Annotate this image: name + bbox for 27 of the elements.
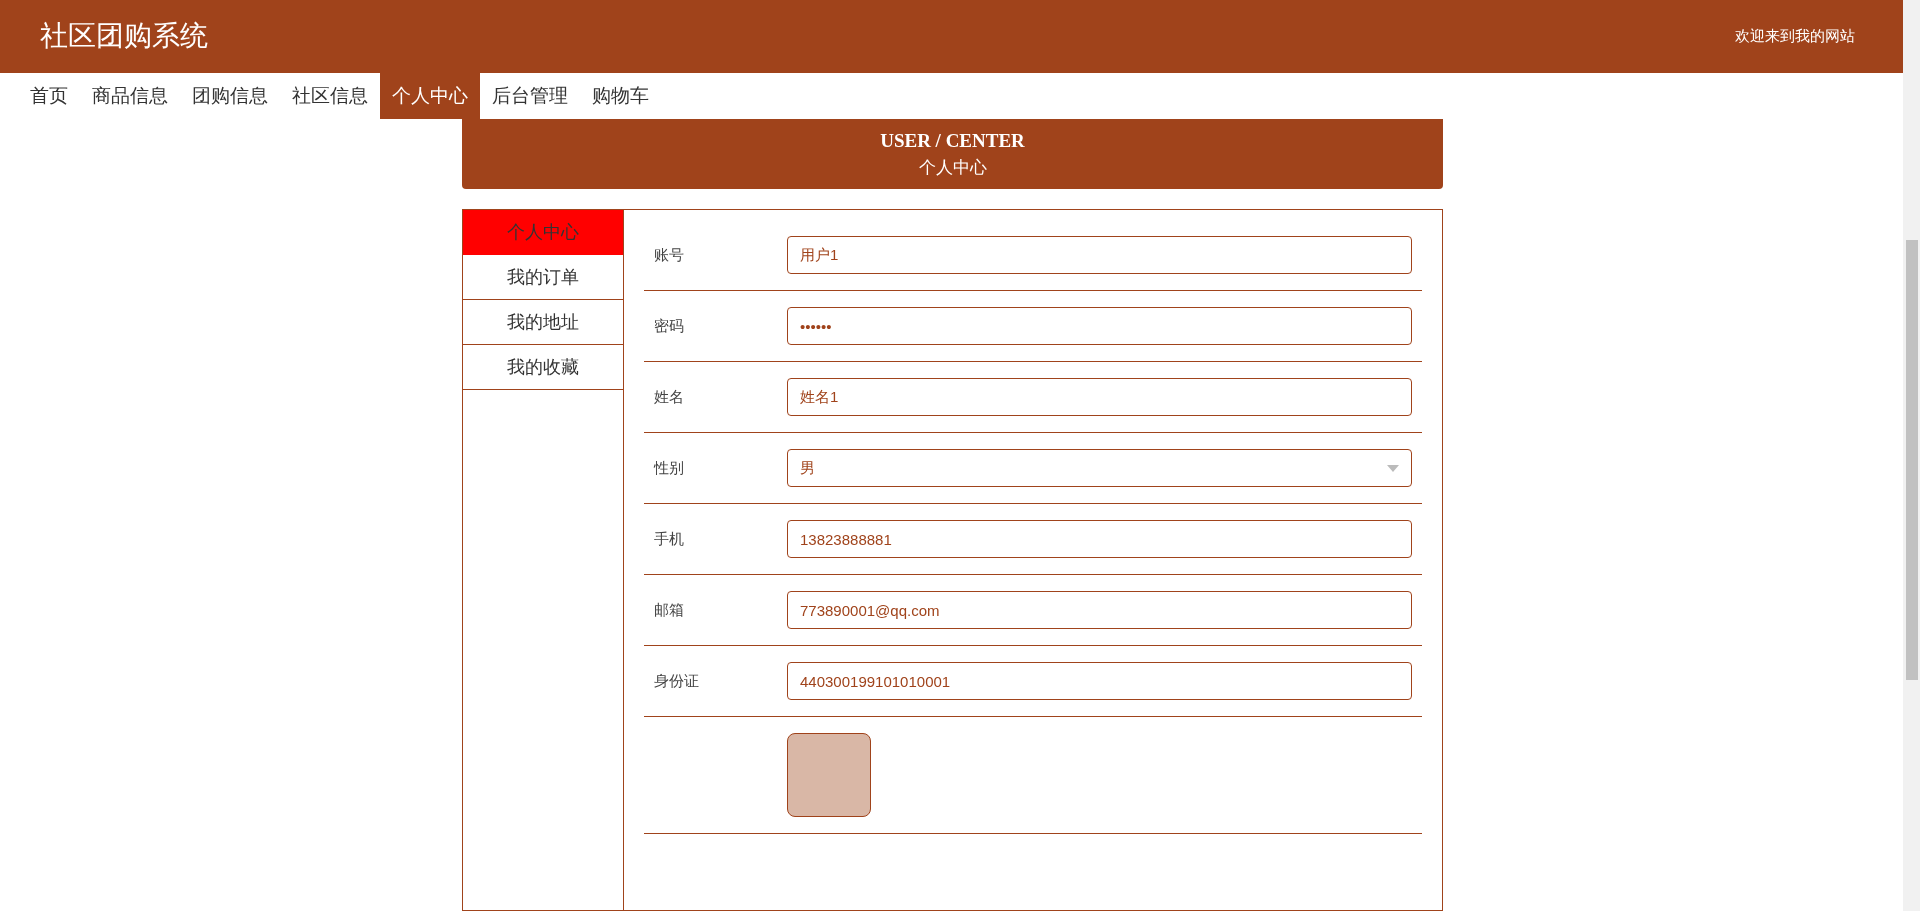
- field-label: 姓名: [653, 387, 685, 407]
- input-field[interactable]: 用户1: [787, 236, 1412, 274]
- banner-subtitle: 个人中心: [917, 157, 988, 179]
- input-field[interactable]: 440300199101010001: [787, 662, 1412, 700]
- welcome-text: 欢迎来到我的网站: [1735, 26, 1855, 46]
- field-label: 账号: [653, 245, 685, 265]
- input-field[interactable]: 773890001@qq.com: [787, 591, 1412, 629]
- field-label: 性别: [652, 458, 685, 478]
- banner-title: USER / CENTER: [879, 130, 1026, 152]
- nav-tab[interactable]: 商品信息: [80, 72, 180, 119]
- nav-tab[interactable]: 社区信息: [280, 72, 380, 119]
- nav-tab[interactable]: 首页: [18, 72, 80, 119]
- field-label: 邮箱: [653, 600, 685, 620]
- nav-tab[interactable]: 购物车: [580, 72, 661, 119]
- input-field[interactable]: ••••••: [787, 307, 1412, 345]
- scrollbar[interactable]: [1903, 0, 1920, 911]
- nav-tab[interactable]: 个人中心: [380, 72, 480, 119]
- field-label: 手机: [653, 529, 685, 549]
- nav-tab[interactable]: 后台管理: [480, 72, 580, 119]
- site-title: 社区团购系统: [40, 19, 208, 54]
- input-field[interactable]: 13823888881: [787, 520, 1412, 558]
- nav-tab[interactable]: 团购信息: [180, 72, 280, 119]
- field-label: 密码: [653, 316, 685, 336]
- field-label: 身份证: [653, 671, 700, 691]
- caret-icon: [1387, 464, 1399, 472]
- select-field[interactable]: 男: [787, 449, 1412, 487]
- input-field[interactable]: 姓名1: [787, 378, 1412, 416]
